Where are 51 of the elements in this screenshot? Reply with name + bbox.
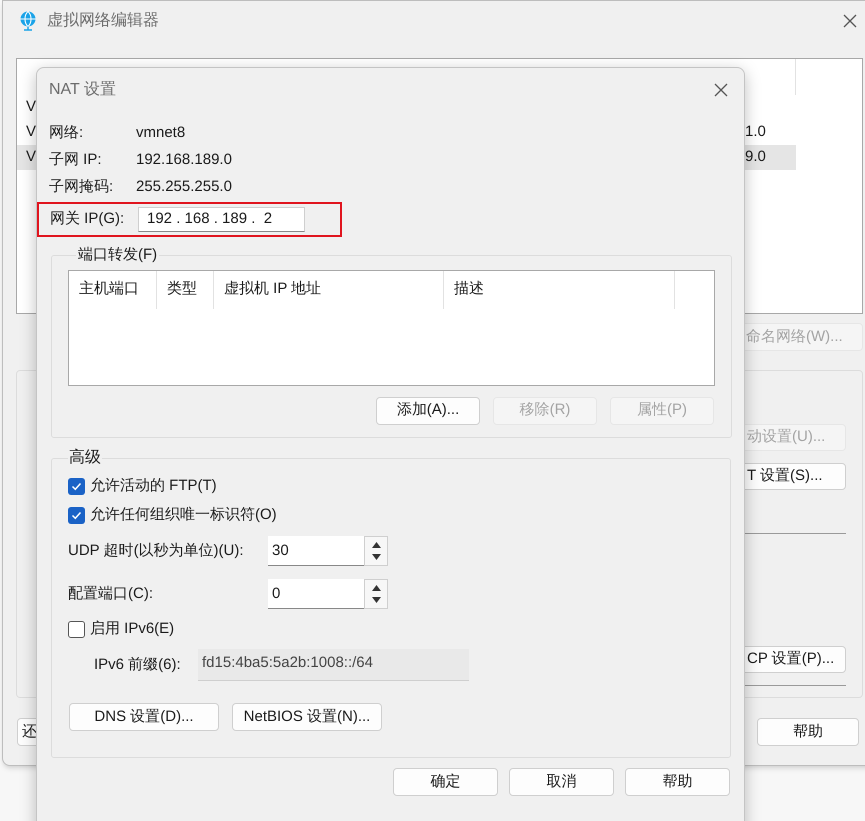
checkbox-label: 允许任何组织唯一标识符(O) [90,505,277,526]
down-arrow-icon[interactable] [372,554,380,560]
dialog-button[interactable]: 取消 [509,768,614,796]
help-button[interactable]: 帮助 [757,718,859,746]
field-label: 网络: [49,123,84,144]
down-arrow-icon[interactable] [372,597,380,603]
checkbox[interactable] [68,478,85,495]
column-header[interactable]: 类型 [157,270,214,308]
ip-address-field[interactable]: 192 . 168 . 189 . 2 [138,207,305,232]
dialog-button[interactable]: 帮助 [625,768,730,796]
group-title: 端口转发(F) [77,245,158,265]
field-label: 子网 IP: [49,150,103,170]
number-field[interactable]: 30 [268,536,364,566]
check-icon [71,481,82,492]
close-icon[interactable] [713,82,729,98]
field-label: UDP 超时(以秒为单位)(U): [68,540,245,561]
group-title: 高级 [68,448,102,468]
checkbox[interactable] [68,621,85,638]
field-value: 192.168.189.0 [136,150,232,170]
up-arrow-icon[interactable] [372,585,380,591]
field-label: 配置端口(C): [68,584,154,604]
column-header[interactable]: 描述 [444,270,675,308]
spinner-control[interactable] [364,579,388,609]
settings-button[interactable]: NetBIOS 设置(N)... [232,703,382,731]
settings-button[interactable]: T 设置(S)... [744,463,846,490]
table-cell-text: V [26,147,38,168]
settings-button[interactable]: CP 设置(P)... [744,646,846,673]
field-value: vmnet8 [136,123,186,144]
checkbox-label: 允许活动的 FTP(T) [90,476,217,496]
number-field[interactable]: 0 [268,579,364,609]
checkbox[interactable] [68,507,85,524]
up-arrow-icon[interactable] [372,542,380,548]
window-title: 虚拟网络编辑器 [47,10,159,31]
field-label: IPv6 前缀(6): [94,654,182,675]
check-icon [71,510,82,521]
settings-button[interactable]: DNS 设置(D)... [69,703,219,731]
spinner-control[interactable] [364,536,388,566]
dialog-title: NAT 设置 [49,80,116,100]
port-forward-list[interactable]: 主机端口 类型 虚拟机 IP 地址 描述 [68,270,715,386]
globe-icon [19,11,37,31]
checkbox-label: 启用 IPv6(E) [90,619,174,640]
table-cell-text: V [26,97,38,118]
dialog-button[interactable]: 确定 [393,768,498,796]
field-value: 255.255.255.0 [136,177,232,198]
column-header[interactable]: 主机端口 [69,270,157,308]
field-label: 网关 IP(G): [50,209,126,230]
table-cell-text: 9.0 [745,147,766,168]
field-label: 子网掩码: [49,177,114,198]
action-button[interactable]: 添加(A)... [376,396,480,424]
column-header[interactable]: 虚拟机 IP 地址 [214,270,444,308]
close-icon[interactable] [842,13,858,29]
